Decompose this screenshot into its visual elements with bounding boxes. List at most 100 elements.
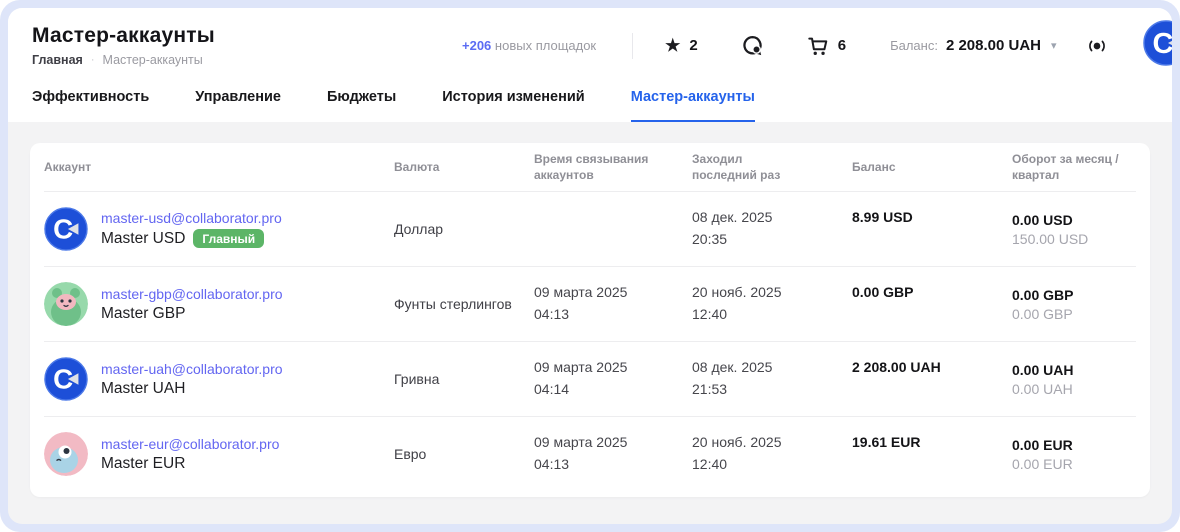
balance-value: 2 208.00 UAH (946, 37, 1041, 54)
app-container: Мастер-аккаунты Главная · Мастер-аккаунт… (8, 8, 1172, 524)
turnover-month: 0.00 UAH (1012, 362, 1136, 378)
tab-change-history[interactable]: История изменений (442, 89, 584, 122)
turnover-cell: 0.00 UAH 0.00 UAH (1012, 362, 1136, 397)
last-login-cell: 20 нояб. 2025 12:40 (692, 432, 852, 475)
new-platforms-link[interactable]: +206 новых площадок (462, 38, 596, 53)
account-cell: C master-usd@collaborator.pro Master USD… (44, 207, 394, 251)
linked-time: 04:13 (534, 454, 692, 476)
last-login-time: 21:53 (692, 379, 852, 401)
linked-date: 09 марта 2025 (534, 357, 692, 379)
turnover-cell: 0.00 EUR 0.00 EUR (1012, 437, 1136, 472)
header-actions: +206 новых площадок ★ 2 (462, 20, 1172, 71)
linked-time-cell: 09 марта 2025 04:13 (534, 432, 692, 475)
last-login-cell: 08 дек. 2025 21:53 (692, 357, 852, 400)
tab-budgets[interactable]: Бюджеты (327, 89, 396, 122)
window-frame: Мастер-аккаунты Главная · Мастер-аккаунт… (0, 0, 1180, 532)
last-login-date: 20 нояб. 2025 (692, 432, 852, 454)
linked-time: 04:13 (534, 304, 692, 326)
turnover-cell: 0.00 USD 150.00 USD (1012, 212, 1136, 247)
tab-master-accounts[interactable]: Мастер-аккаунты (631, 89, 755, 122)
account-email-link[interactable]: master-eur@collaborator.pro (101, 436, 279, 452)
favorites-button[interactable]: ★ 2 (665, 37, 698, 54)
table-row[interactable]: C master-usd@collaborator.pro Master USD… (44, 191, 1136, 266)
last-login-time: 20:35 (692, 229, 852, 251)
cart-count: 6 (838, 37, 846, 54)
header-divider (632, 33, 633, 59)
account-name: Master USD (101, 230, 185, 248)
account-cell: master-gbp@collaborator.pro Master GBP (44, 282, 394, 326)
page-body: Аккаунт Валюта Время связывания аккаунто… (8, 122, 1172, 524)
collaborator-logo-avatar: C (44, 357, 88, 401)
breadcrumb: Главная · Мастер-аккаунты (32, 53, 462, 67)
breadcrumb-current: Мастер-аккаунты (103, 53, 203, 67)
last-login-date: 08 дек. 2025 (692, 207, 852, 229)
breadcrumb-separator-icon: · (91, 54, 95, 66)
cart-icon (807, 35, 829, 57)
balance-cell: 8.99 USD (852, 192, 1012, 225)
account-cell: C master-uah@collaborator.pro Master UAH (44, 357, 394, 401)
turnover-quarter: 0.00 UAH (1012, 381, 1136, 397)
balance-dropdown[interactable]: Баланс: 2 208.00 UAH ▾ (890, 37, 1056, 54)
last-login-date: 20 нояб. 2025 (692, 282, 852, 304)
last-login-cell: 08 дек. 2025 20:35 (692, 207, 852, 250)
account-name: Master EUR (101, 455, 185, 473)
last-login-time: 12:40 (692, 454, 852, 476)
table-row[interactable]: C master-uah@collaborator.pro Master UAH (44, 341, 1136, 416)
turnover-month: 0.00 USD (1012, 212, 1136, 228)
turnover-quarter: 150.00 USD (1012, 231, 1136, 247)
col-header-balance: Баланс (852, 159, 1012, 175)
tab-effectiveness[interactable]: Эффективность (32, 89, 149, 122)
account-cell: master-eur@collaborator.pro Master EUR (44, 432, 394, 476)
linked-date: 09 марта 2025 (534, 432, 692, 454)
header: Мастер-аккаунты Главная · Мастер-аккаунт… (8, 8, 1172, 122)
balance-label: Баланс: (890, 38, 938, 53)
tab-bar: Эффективность Управление Бюджеты История… (32, 89, 1148, 122)
balance-cell: 0.00 GBP (852, 267, 1012, 300)
turnover-quarter: 0.00 GBP (1012, 306, 1136, 322)
account-email-link[interactable]: master-gbp@collaborator.pro (101, 286, 283, 302)
cart-button[interactable]: 6 (807, 35, 846, 57)
table-row[interactable]: master-gbp@collaborator.pro Master GBP Ф… (44, 266, 1136, 341)
currency-cell: Гривна (394, 371, 534, 387)
new-platforms-label: новых площадок (495, 38, 596, 53)
table-header-row: Аккаунт Валюта Время связывания аккаунто… (44, 143, 1136, 191)
star-icon: ★ (665, 37, 680, 54)
turnover-cell: 0.00 GBP 0.00 GBP (1012, 287, 1136, 322)
account-email-link[interactable]: master-usd@collaborator.pro (101, 210, 282, 226)
col-header-currency: Валюта (394, 159, 534, 175)
turnover-quarter: 0.00 EUR (1012, 456, 1136, 472)
chevron-down-icon: ▾ (1051, 39, 1057, 52)
pink-monster-avatar (44, 432, 88, 476)
account-avatar-button[interactable]: C (1143, 20, 1172, 71)
watch-mode-button[interactable] (1087, 36, 1107, 56)
green-monster-avatar (44, 282, 88, 326)
turnover-month: 0.00 EUR (1012, 437, 1136, 453)
col-header-turnover: Оборот за месяц / квартал (1012, 151, 1134, 183)
currency-cell: Доллар (394, 221, 534, 237)
collaborator-logo-icon: C (1143, 20, 1172, 66)
linked-time: 04:14 (534, 379, 692, 401)
tab-management[interactable]: Управление (195, 89, 281, 122)
currency-cell: Евро (394, 446, 534, 462)
collaborator-logo-avatar: C (44, 207, 88, 251)
account-name: Master UAH (101, 380, 185, 398)
messages-button[interactable] (742, 35, 763, 56)
last-login-date: 08 дек. 2025 (692, 357, 852, 379)
balance-cell: 19.61 EUR (852, 417, 1012, 450)
svg-text:C: C (1152, 28, 1172, 60)
page-title: Мастер-аккаунты (32, 24, 462, 48)
linked-date: 09 марта 2025 (534, 282, 692, 304)
chat-icon (742, 35, 763, 56)
new-platforms-count: +206 (462, 38, 491, 53)
linked-time-cell: 09 марта 2025 04:13 (534, 282, 692, 325)
col-header-account: Аккаунт (44, 159, 394, 175)
accounts-table: Аккаунт Валюта Время связывания аккаунто… (30, 143, 1150, 497)
account-email-link[interactable]: master-uah@collaborator.pro (101, 361, 283, 377)
title-block: Мастер-аккаунты Главная · Мастер-аккаунт… (32, 24, 462, 67)
main-account-badge: Главный (193, 229, 264, 248)
table-row[interactable]: master-eur@collaborator.pro Master EUR Е… (44, 416, 1136, 491)
balance-cell: 2 208.00 UAH (852, 342, 1012, 375)
breadcrumb-home-link[interactable]: Главная (32, 53, 83, 67)
favorites-count: 2 (689, 37, 697, 54)
currency-cell: Фунты стерлингов (394, 296, 534, 312)
